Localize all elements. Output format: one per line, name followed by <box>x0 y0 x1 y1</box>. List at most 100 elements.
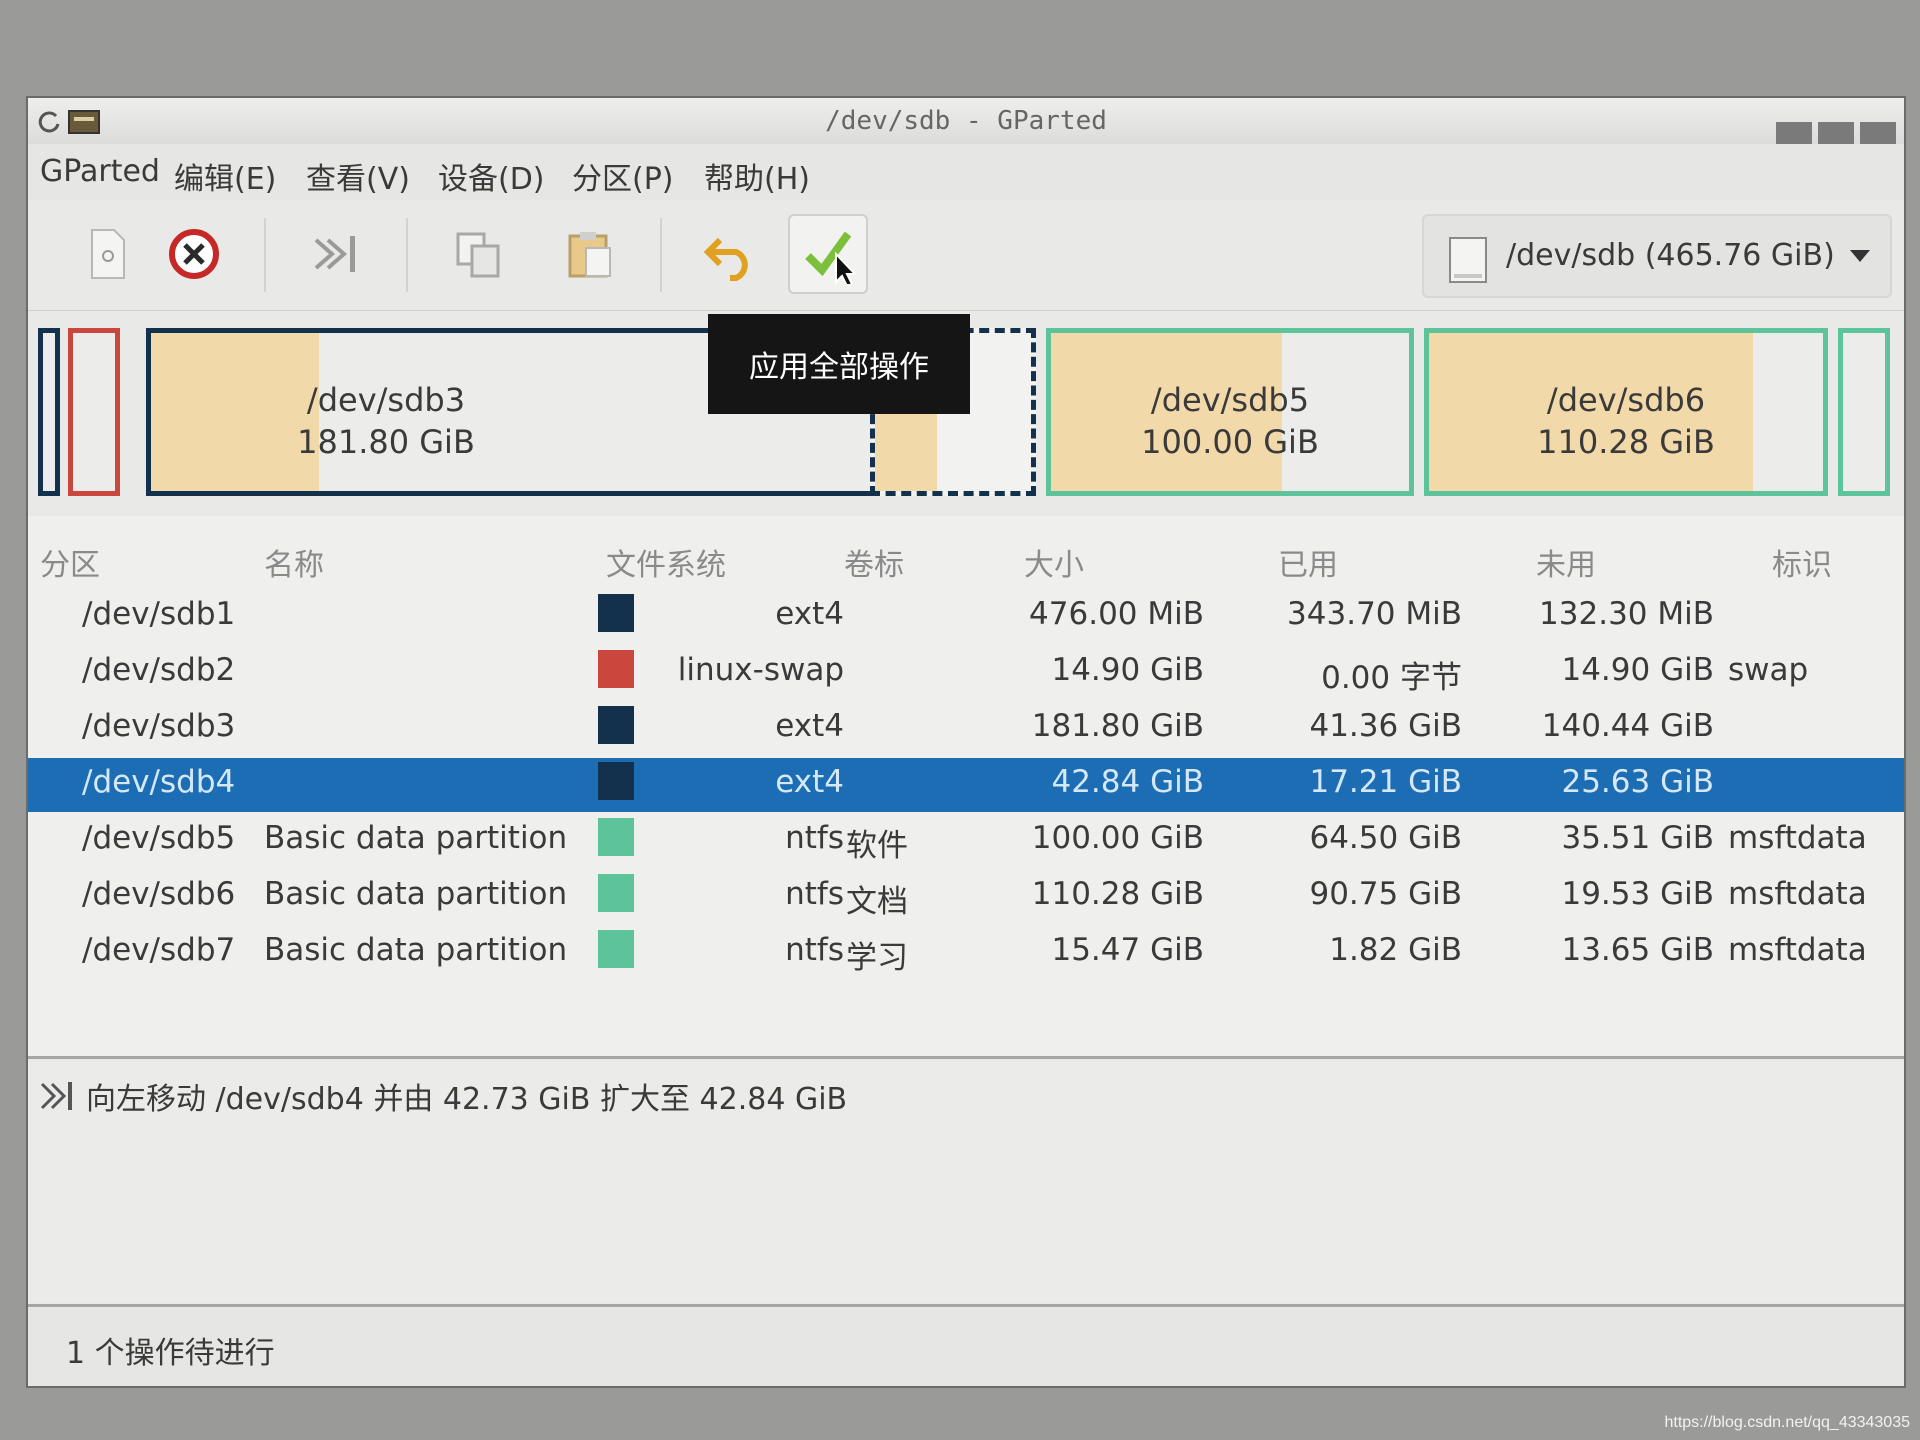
cell-name: Basic data partition <box>264 876 568 912</box>
cell-size: 181.80 GiB <box>1031 708 1204 744</box>
device-label: /dev/sdb (465.76 GiB) <box>1506 238 1835 273</box>
cell-partition: /dev/sdb6 <box>82 876 236 912</box>
cell-used: 0.00 字节 <box>1321 660 1462 696</box>
close-button[interactable] <box>1860 122 1896 144</box>
menu-partition[interactable]: 分区(P) <box>572 154 674 198</box>
map-sdb3-name: /dev/sdb3 <box>306 381 466 419</box>
cell-used: 41.36 GiB <box>1309 708 1462 744</box>
table-row[interactable]: /dev/sdb1 ext4 476.00 MiB 343.70 MiB 132… <box>28 590 1904 644</box>
partition-table: 分区 名称 文件系统 卷标 大小 已用 未用 标识 /dev/sdb1 ext4… <box>28 516 1904 1056</box>
col-header-unused[interactable]: 未用 <box>1536 540 1596 584</box>
cell-size: 476.00 MiB <box>1029 596 1204 632</box>
pane-divider[interactable] <box>28 1056 1904 1059</box>
device-selector[interactable]: /dev/sdb (465.76 GiB) <box>1422 214 1892 298</box>
table-row[interactable]: /dev/sdb7 Basic data partition ntfs 学习 1… <box>28 926 1904 980</box>
table-row[interactable]: /dev/sdb2 linux-swap 14.90 GiB 0.00 字节 1… <box>28 646 1904 700</box>
fs-color-swatch <box>598 874 634 912</box>
cell-unused: 13.65 GiB <box>1561 932 1714 968</box>
fs-color-swatch <box>598 594 634 632</box>
map-sdb6-name: /dev/sdb6 <box>1546 381 1706 419</box>
resize-move-icon <box>38 1076 78 1120</box>
map-sdb2[interactable] <box>68 328 120 496</box>
pending-operations-list: 向左移动 /dev/sdb4 并由 42.73 GiB 扩大至 42.84 Gi… <box>28 1062 1904 1302</box>
cell-used: 64.50 GiB <box>1309 820 1462 856</box>
col-header-filesystem[interactable]: 文件系统 <box>606 540 726 584</box>
cell-filesystem: ext4 <box>775 708 844 744</box>
cell-unused: 140.44 GiB <box>1541 708 1714 744</box>
cell-size: 42.84 GiB <box>1051 764 1204 800</box>
table-row[interactable]: /dev/sdb3 ext4 181.80 GiB 41.36 GiB 140.… <box>28 702 1904 756</box>
menu-edit[interactable]: 编辑(E) <box>174 154 276 198</box>
table-row[interactable]: /dev/sdb5 Basic data partition ntfs 软件 1… <box>28 814 1904 868</box>
col-header-used[interactable]: 已用 <box>1278 540 1338 584</box>
map-sdb6[interactable]: /dev/sdb6 110.28 GiB <box>1424 328 1828 496</box>
cell-unused: 35.51 GiB <box>1561 820 1714 856</box>
cell-flags: swap <box>1728 652 1809 688</box>
cell-partition: /dev/sdb4 <box>82 764 236 800</box>
map-sdb3-size: 181.80 GiB <box>297 423 475 461</box>
cell-flags: msftdata <box>1728 820 1867 856</box>
cell-unused: 19.53 GiB <box>1561 876 1714 912</box>
title-bar: /dev/sdb - GParted <box>28 98 1904 145</box>
delete-partition-button[interactable] <box>154 214 234 294</box>
maximize-button[interactable] <box>1818 122 1854 144</box>
chevron-down-icon <box>1848 248 1872 268</box>
cell-partition: /dev/sdb1 <box>82 596 236 632</box>
fs-color-swatch <box>598 818 634 856</box>
toolbar-separator <box>406 218 408 292</box>
apply-icon <box>805 231 858 284</box>
new-icon <box>91 229 125 279</box>
col-header-size[interactable]: 大小 <box>1024 540 1084 584</box>
cell-unused: 14.90 GiB <box>1561 652 1714 688</box>
cell-unused: 25.63 GiB <box>1561 764 1714 800</box>
map-sdb5-name: /dev/sdb5 <box>1150 381 1310 419</box>
map-sdb5-label: /dev/sdb5 100.00 GiB <box>1051 379 1409 463</box>
copy-icon <box>456 232 500 278</box>
resize-move-button[interactable] <box>296 214 376 294</box>
col-header-flags[interactable]: 标识 <box>1772 540 1832 584</box>
menu-device[interactable]: 设备(D) <box>438 154 545 198</box>
menu-help[interactable]: 帮助(H) <box>704 154 810 198</box>
map-sdb5[interactable]: /dev/sdb5 100.00 GiB <box>1046 328 1414 496</box>
cell-partition: /dev/sdb5 <box>82 820 236 856</box>
menu-gparted[interactable]: GParted <box>40 154 160 189</box>
menu-view[interactable]: 查看(V) <box>306 154 410 198</box>
map-sdb5-size: 100.00 GiB <box>1141 423 1319 461</box>
cell-used: 343.70 MiB <box>1287 596 1462 632</box>
watermark: https://blog.csdn.net/qq_43343035 <box>1664 1414 1910 1431</box>
cell-filesystem: ext4 <box>775 764 844 800</box>
pending-count: 1 个操作待进行 <box>66 1336 275 1371</box>
col-header-name[interactable]: 名称 <box>264 540 324 584</box>
col-header-label[interactable]: 卷标 <box>844 540 904 584</box>
map-sdb6-label: /dev/sdb6 110.28 GiB <box>1429 379 1823 463</box>
cell-filesystem: ntfs <box>785 820 844 856</box>
col-header-partition[interactable]: 分区 <box>40 540 100 584</box>
undo-button[interactable] <box>690 214 770 294</box>
new-partition-button[interactable] <box>68 214 148 294</box>
cell-filesystem: ntfs <box>785 932 844 968</box>
toolbar-separator <box>264 218 266 292</box>
map-sdb7[interactable] <box>1838 328 1890 496</box>
paste-icon <box>568 232 611 278</box>
apply-button[interactable] <box>788 214 868 294</box>
fs-color-swatch <box>598 762 634 800</box>
paste-button[interactable] <box>550 214 630 294</box>
window-title: /dev/sdb - GParted <box>825 106 1107 136</box>
toolbar-separator <box>660 218 662 292</box>
cell-name: Basic data partition <box>264 932 568 968</box>
cell-label: 文档 <box>846 884 908 920</box>
fs-color-swatch <box>598 930 634 968</box>
table-row-selected[interactable]: /dev/sdb4 ext4 42.84 GiB 17.21 GiB 25.63… <box>28 758 1904 812</box>
cell-size: 100.00 GiB <box>1031 820 1204 856</box>
cell-flags: msftdata <box>1728 876 1867 912</box>
cell-label: 学习 <box>846 940 908 976</box>
operation-item[interactable]: 向左移动 /dev/sdb4 并由 42.73 GiB 扩大至 42.84 Gi… <box>86 1074 847 1118</box>
cell-used: 1.82 GiB <box>1329 932 1462 968</box>
map-sdb1[interactable] <box>38 328 60 496</box>
menu-bar: GParted 编辑(E) 查看(V) 设备(D) 分区(P) 帮助(H) <box>28 144 1904 200</box>
table-row[interactable]: /dev/sdb6 Basic data partition ntfs 文档 1… <box>28 870 1904 924</box>
minimize-button[interactable] <box>1776 122 1812 144</box>
copy-button[interactable] <box>438 214 518 294</box>
delete-icon <box>169 229 219 279</box>
cell-partition: /dev/sdb3 <box>82 708 236 744</box>
